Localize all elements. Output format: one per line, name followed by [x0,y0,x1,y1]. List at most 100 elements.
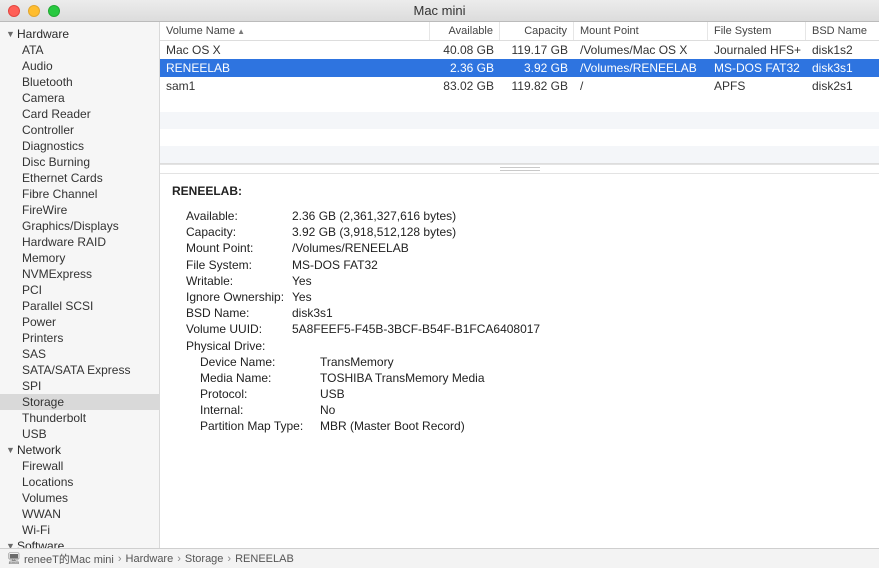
detail-field-key: Available: [172,208,292,224]
sort-ascending-icon: ▲ [237,27,245,36]
sidebar-item-disc-burning[interactable]: Disc Burning [0,154,159,170]
table-cell: 119.17 GB [500,42,574,58]
sidebar[interactable]: ▼HardwareATAAudioBluetoothCameraCard Rea… [0,22,160,548]
sidebar-item-firewire[interactable]: FireWire [0,202,159,218]
sidebar-item-power[interactable]: Power [0,314,159,330]
table-row[interactable]: sam183.02 GB119.82 GB/APFSdisk2s1 [160,77,879,95]
sidebar-item-wi-fi[interactable]: Wi-Fi [0,522,159,538]
table-row[interactable]: RENEELAB2.36 GB3.92 GB/Volumes/RENEELABM… [160,59,879,77]
table-cell: / [574,78,708,94]
sidebar-item-card-reader[interactable]: Card Reader [0,106,159,122]
sidebar-group-hardware[interactable]: ▼Hardware [0,26,159,42]
sidebar-item-sata-sata-express[interactable]: SATA/SATA Express [0,362,159,378]
column-header-available[interactable]: Available [430,22,500,40]
detail-field-value: MS-DOS FAT32 [292,257,378,273]
sidebar-item-sas[interactable]: SAS [0,346,159,362]
sidebar-item-audio[interactable]: Audio [0,58,159,74]
table-cell: 119.82 GB [500,78,574,94]
detail-physical-drive-header: Physical Drive: [172,338,867,354]
detail-field: BSD Name:disk3s1 [172,305,867,321]
sidebar-group-software[interactable]: ▼Software [0,538,159,548]
sidebar-item-hardware-raid[interactable]: Hardware RAID [0,234,159,250]
detail-field: Writable:Yes [172,273,867,289]
column-header-mount-point[interactable]: Mount Point [574,22,708,40]
detail-field-key: BSD Name: [172,305,292,321]
detail-physical-field: Partition Map Type:MBR (Master Boot Reco… [172,418,867,434]
sidebar-item-spi[interactable]: SPI [0,378,159,394]
table-cell: disk1s2 [806,42,879,58]
detail-pane: RENEELAB: Available:2.36 GB (2,361,327,61… [160,174,879,548]
detail-field: Volume UUID:5A8FEEF5-F45B-3BCF-B54F-B1FC… [172,321,867,337]
sidebar-item-ethernet-cards[interactable]: Ethernet Cards [0,170,159,186]
table-cell: /Volumes/RENEELAB [574,60,708,76]
column-header-bsd-name[interactable]: BSD Name [806,22,879,40]
table-cell: /Volumes/Mac OS X [574,42,708,58]
column-header-volume-name[interactable]: Volume Name▲ [160,22,430,40]
table-cell: 3.92 GB [500,60,574,76]
disclosure-triangle-icon[interactable]: ▼ [6,541,16,548]
sidebar-item-parallel-scsi[interactable]: Parallel SCSI [0,298,159,314]
empty-row [160,129,879,146]
detail-heading: RENEELAB: [172,184,867,198]
detail-field-value: Yes [292,273,312,289]
sidebar-group-label: Software [17,539,64,548]
detail-field-value: Yes [292,289,312,305]
sidebar-item-wwan[interactable]: WWAN [0,506,159,522]
breadcrumb-item[interactable]: Hardware [126,553,174,565]
table-cell: disk3s1 [806,60,879,76]
table-row[interactable]: Mac OS X40.08 GB119.17 GB/Volumes/Mac OS… [160,41,879,59]
sidebar-item-pci[interactable]: PCI [0,282,159,298]
sidebar-group-label: Hardware [17,27,69,41]
sidebar-item-controller[interactable]: Controller [0,122,159,138]
breadcrumb-item[interactable]: RENEELAB [235,553,294,565]
table-cell: 40.08 GB [430,42,500,58]
detail-field-value: disk3s1 [292,305,333,321]
sidebar-item-printers[interactable]: Printers [0,330,159,346]
table-cell: APFS [708,78,806,94]
sidebar-item-storage[interactable]: Storage [0,394,159,410]
detail-field-key: Capacity: [172,224,292,240]
sidebar-item-firewall[interactable]: Firewall [0,458,159,474]
path-bar: 🖥reneeT的Mac mini›Hardware›Storage›RENEEL… [0,548,879,568]
sidebar-item-graphics-displays[interactable]: Graphics/Displays [0,218,159,234]
sidebar-item-usb[interactable]: USB [0,426,159,442]
sidebar-item-bluetooth[interactable]: Bluetooth [0,74,159,90]
table-cell: RENEELAB [160,60,430,76]
sidebar-item-memory[interactable]: Memory [0,250,159,266]
disclosure-triangle-icon[interactable]: ▼ [6,445,16,455]
sidebar-item-ata[interactable]: ATA [0,42,159,58]
detail-field-key: Ignore Ownership: [172,289,292,305]
table-cell: Mac OS X [160,42,430,58]
sidebar-group-network[interactable]: ▼Network [0,442,159,458]
detail-physical-field: Device Name:TransMemory [172,354,867,370]
breadcrumb-item[interactable]: Storage [185,553,224,565]
detail-field-key: Mount Point: [172,240,292,256]
table-cell: disk2s1 [806,78,879,94]
sidebar-item-volumes[interactable]: Volumes [0,490,159,506]
detail-physical-field: Protocol:USB [172,386,867,402]
volume-table: Volume Name▲AvailableCapacityMount Point… [160,22,879,164]
table-header[interactable]: Volume Name▲AvailableCapacityMount Point… [160,22,879,41]
sidebar-item-thunderbolt[interactable]: Thunderbolt [0,410,159,426]
detail-field: Available:2.36 GB (2,361,327,616 bytes) [172,208,867,224]
detail-field: File System:MS-DOS FAT32 [172,257,867,273]
breadcrumb-item[interactable]: reneeT的Mac mini [24,551,114,567]
sidebar-group-label: Network [17,443,61,457]
sidebar-item-diagnostics[interactable]: Diagnostics [0,138,159,154]
table-cell: sam1 [160,78,430,94]
detail-field-key: Volume UUID: [172,321,292,337]
table-body: Mac OS X40.08 GB119.17 GB/Volumes/Mac OS… [160,41,879,163]
disclosure-triangle-icon[interactable]: ▼ [6,29,16,39]
column-header-file-system[interactable]: File System [708,22,806,40]
column-header-capacity[interactable]: Capacity [500,22,574,40]
detail-field-key: File System: [172,257,292,273]
sidebar-item-fibre-channel[interactable]: Fibre Channel [0,186,159,202]
detail-field: Mount Point:/Volumes/RENEELAB [172,240,867,256]
table-cell: 83.02 GB [430,78,500,94]
detail-field: Capacity:3.92 GB (3,918,512,128 bytes) [172,224,867,240]
splitter[interactable] [160,164,879,174]
sidebar-item-camera[interactable]: Camera [0,90,159,106]
sidebar-item-locations[interactable]: Locations [0,474,159,490]
computer-icon: 🖥 [8,553,20,565]
sidebar-item-nvmexpress[interactable]: NVMExpress [0,266,159,282]
